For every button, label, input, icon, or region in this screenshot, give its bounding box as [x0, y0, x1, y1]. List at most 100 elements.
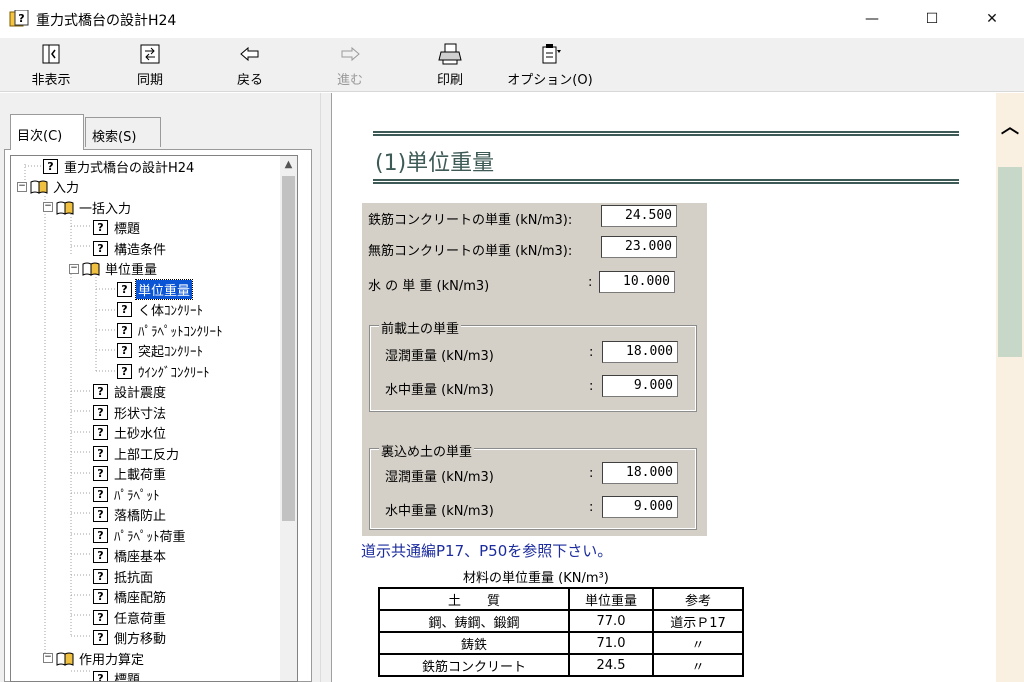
- rc-unit-weight-input[interactable]: 24.500: [601, 205, 677, 227]
- tree-item[interactable]: ? 側方移動: [93, 628, 168, 648]
- material-unit-weight-table: 土 質 単位重量 参考 鋼、鋳鋼、鍛鋼 77.0 道示Ｐ17 鋳鉄 71.0 〃…: [378, 587, 744, 677]
- table-cell: 〃: [652, 653, 744, 677]
- tree-item[interactable]: ? 単位重量: [117, 278, 194, 300]
- field-label: 水中重量 (kN/m3): [385, 383, 494, 398]
- tree-item-label: 橋座基本: [114, 550, 167, 565]
- tab-search[interactable]: 検索(S): [85, 117, 161, 147]
- tree-item[interactable]: ? ﾊﾟﾗﾍﾟｯﾄ荷重: [93, 525, 188, 545]
- tree-item[interactable]: − 作用力算定: [43, 648, 146, 668]
- scroll-up-chevron-icon[interactable]: ︿: [996, 113, 1024, 138]
- tree-item[interactable]: ? 構造条件: [93, 238, 168, 258]
- maximize-button[interactable]: ☐: [903, 0, 961, 38]
- content-scrollbar[interactable]: ︿: [996, 93, 1024, 682]
- print-button[interactable]: 印刷: [430, 42, 470, 88]
- tree-item-label: 上部工反力: [114, 447, 180, 463]
- tree-item[interactable]: ? 任意荷重: [93, 607, 168, 627]
- open-book-icon: [56, 201, 74, 215]
- tree-item[interactable]: ? 突起ｺﾝｸﾘｰﾄ: [117, 341, 205, 361]
- help-topic-icon: ?: [117, 302, 132, 317]
- unit-weight-form: 鉄筋コンクリートの単重 (kN/m3): 24.500 無筋コンクリートの単重 …: [362, 203, 707, 536]
- close-button[interactable]: ✕: [963, 0, 1021, 38]
- tree-item[interactable]: ? 橋座配筋: [93, 587, 168, 607]
- backfill-submerged-weight-input[interactable]: 9.000: [602, 496, 678, 518]
- hide-pane-icon: [42, 44, 60, 64]
- tree-item[interactable]: ? 橋座基本: [93, 546, 168, 566]
- help-topic-icon: ?: [93, 240, 108, 256]
- open-book-icon: [30, 180, 48, 194]
- tree-item[interactable]: ? 標題: [93, 218, 142, 238]
- table-header: 参考: [652, 587, 744, 611]
- tree-item[interactable]: ? 重力式橋台の設計H24: [43, 156, 196, 176]
- sync-button[interactable]: 同期: [130, 42, 170, 88]
- tree-scroll-thumb[interactable]: [282, 176, 295, 521]
- water-unit-weight-input[interactable]: 10.000: [599, 271, 675, 293]
- front-soil-group: 前載土の単重 湿潤重量 (kN/m3) : 18.000 水中重量 (kN/m3…: [369, 318, 697, 412]
- front-soil-submerged-weight-input[interactable]: 9.000: [602, 375, 678, 397]
- content-scroll-thumb[interactable]: [998, 167, 1022, 357]
- tree-item-label: ﾊﾟﾗﾍﾟｯﾄ: [114, 488, 160, 504]
- tree-item-label: 落橋防止: [114, 509, 167, 524]
- field-label: 鉄筋コンクリートの単重 (kN/m3):: [368, 213, 573, 228]
- pane-splitter[interactable]: [320, 93, 332, 682]
- hide-button-label: 非表示: [31, 73, 71, 88]
- collapse-toggle-icon[interactable]: −: [17, 181, 27, 192]
- sync-icon: [140, 44, 160, 64]
- minimize-button[interactable]: —: [843, 0, 901, 38]
- collapse-toggle-icon[interactable]: −: [43, 202, 53, 212]
- tree-item[interactable]: ? 土砂水位: [93, 423, 168, 443]
- tree-item[interactable]: ? 標題: [93, 669, 142, 682]
- table-cell: 〃: [652, 631, 744, 655]
- tree-item-label: 単位重量: [105, 263, 158, 278]
- tree-item[interactable]: ? ｳｲﾝｸﾞｺﾝｸﾘｰﾄ: [117, 361, 212, 381]
- toolbar: 非表示 同期 戻る 進む 印刷 オプション(O): [0, 38, 1024, 92]
- scroll-up-arrow-icon[interactable]: ▲: [280, 156, 297, 173]
- help-topic-icon: ?: [93, 609, 108, 625]
- help-book-icon: ?: [9, 10, 29, 27]
- hide-button[interactable]: 非表示: [26, 42, 76, 88]
- tree-item-label: 構造条件: [114, 242, 167, 258]
- help-topic-icon: ?: [117, 322, 132, 338]
- tree-item-label: 標題: [114, 673, 141, 682]
- back-arrow-icon: [240, 46, 259, 62]
- options-button-label: オプション(O): [507, 73, 593, 88]
- table-cell: 71.0: [568, 631, 654, 655]
- svg-text:?: ?: [18, 12, 24, 25]
- back-button[interactable]: 戻る: [230, 42, 270, 88]
- tree-item-label: 入力: [53, 181, 80, 196]
- front-soil-wet-weight-input[interactable]: 18.000: [602, 341, 678, 363]
- collapse-toggle-icon[interactable]: −: [43, 653, 53, 663]
- tree-item[interactable]: ? ﾊﾟﾗﾍﾟｯﾄｺﾝｸﾘｰﾄ: [117, 320, 225, 340]
- tree-item[interactable]: ? 上載荷重: [93, 464, 168, 484]
- backfill-wet-weight-input[interactable]: 18.000: [602, 462, 678, 484]
- backfill-soil-group: 裏込め土の単重 湿潤重量 (kN/m3) : 18.000 水中重量 (kN/m…: [369, 441, 697, 530]
- tree-item[interactable]: ? 落橋防止: [93, 505, 168, 525]
- table-row: 鋳鉄 71.0 〃: [378, 631, 744, 655]
- tree-item[interactable]: ? 上部工反力: [93, 443, 181, 463]
- tree-item-label: 形状寸法: [114, 406, 167, 422]
- collapse-toggle-icon[interactable]: −: [69, 263, 79, 274]
- tree-scrollbar[interactable]: ▲: [280, 156, 297, 681]
- forward-button[interactable]: 進む: [330, 42, 370, 88]
- open-book-icon: [82, 262, 100, 276]
- help-topic-icon: ?: [93, 507, 108, 522]
- tree-item[interactable]: ? ﾊﾟﾗﾍﾟｯﾄ: [93, 484, 162, 504]
- tree-item[interactable]: − 一括入力: [43, 197, 133, 217]
- field-label: 湿潤重量 (kN/m3): [385, 349, 494, 364]
- contents-tree[interactable]: ? 重力式橋台の設計H24− 入力 − 一括入力? 標題? 構造条件 − 単位重量? 単位重量? く…: [10, 155, 298, 682]
- reference-note: 道示共通編P17、P50を参照下さい。: [361, 542, 613, 560]
- plain-concrete-unit-weight-input[interactable]: 23.000: [601, 236, 677, 258]
- options-button[interactable]: オプション(O): [505, 42, 595, 88]
- tree-item-label: 橋座配筋: [114, 591, 167, 606]
- table-cell: 鋼、鋳鋼、鍛鋼: [378, 609, 570, 633]
- tree-item[interactable]: ? 形状寸法: [93, 402, 168, 422]
- tree-item[interactable]: − 単位重量: [69, 259, 159, 279]
- tree-item[interactable]: ? 抵抗面: [93, 566, 155, 586]
- tab-contents[interactable]: 目次(C): [10, 114, 84, 150]
- help-topic-icon: ?: [93, 445, 108, 461]
- tree-item-label: 突起ｺﾝｸﾘｰﾄ: [138, 345, 204, 360]
- tree-item[interactable]: ? く体ｺﾝｸﾘｰﾄ: [117, 300, 205, 320]
- tree-item-label: 土砂水位: [114, 427, 167, 442]
- tree-item[interactable]: ? 設計震度: [93, 382, 168, 402]
- help-topic-icon: ?: [93, 486, 108, 502]
- tree-item[interactable]: − 入力: [17, 177, 81, 197]
